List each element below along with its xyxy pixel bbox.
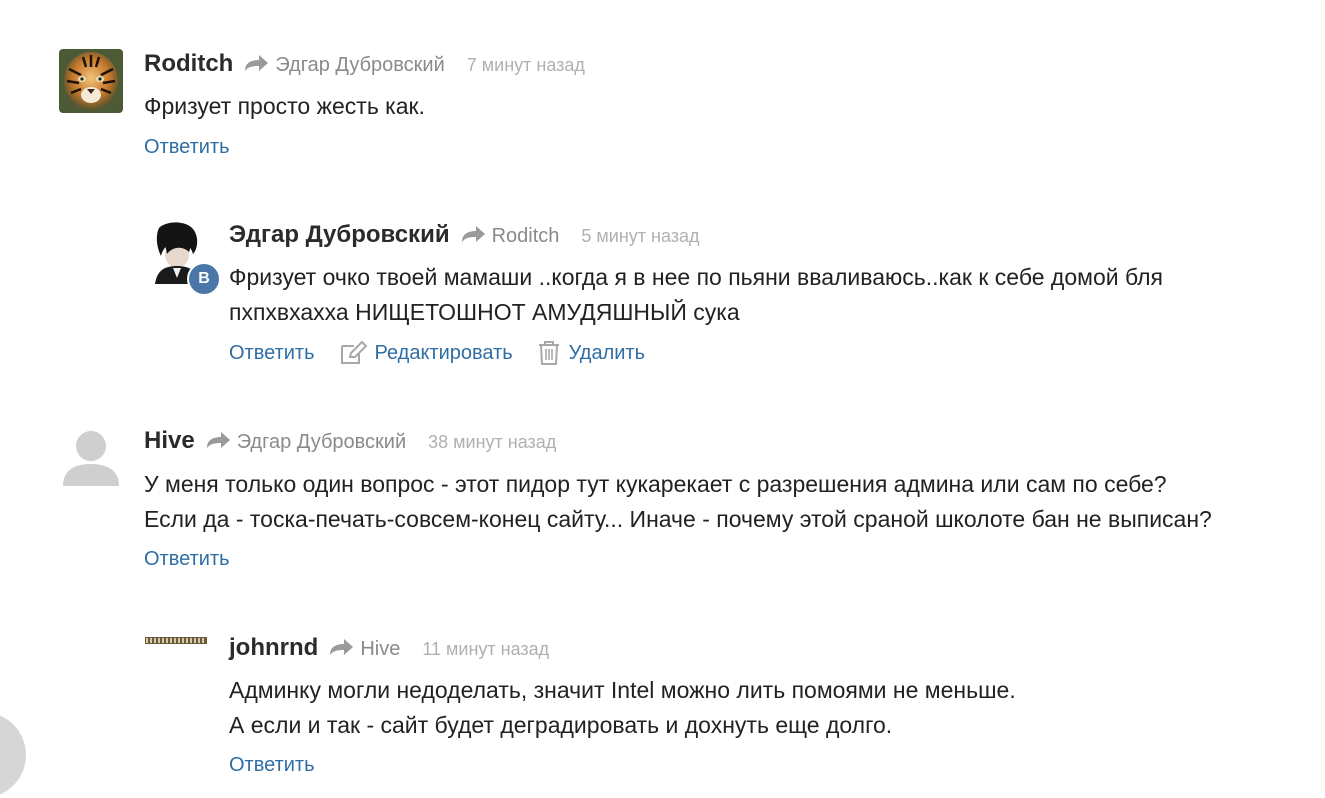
comment-author[interactable]: johnrnd xyxy=(229,634,318,662)
default-user-icon[interactable] xyxy=(59,426,123,490)
comment-time[interactable]: 11 минут назад xyxy=(422,639,549,660)
edit-label: Редактировать xyxy=(374,341,513,364)
edit-icon xyxy=(340,341,367,364)
reply-button[interactable]: Ответить xyxy=(229,342,315,365)
reply-to-user[interactable]: Roditch xyxy=(492,225,560,248)
comment-author[interactable]: Roditch xyxy=(144,50,233,78)
comment-text: Фризует очко твоей мамаши ..когда я в не… xyxy=(229,260,1163,330)
reply-to-user[interactable]: Эдгар Дубровский xyxy=(275,54,444,77)
reply-to-user[interactable]: Эдгар Дубровский xyxy=(237,431,406,454)
comment-text-line: Если да - тоска-печать-совсем-конец сайт… xyxy=(144,506,1212,532)
reply-to-user[interactable]: Hive xyxy=(360,638,400,661)
avatar-tiger[interactable] xyxy=(59,49,123,113)
reply-button[interactable]: Ответить xyxy=(144,548,230,571)
comment-author[interactable]: Эдгар Дубровский xyxy=(229,221,450,249)
comment-text: Админку могли недоделать, значит Intel м… xyxy=(229,673,1016,743)
delete-label: Удалить xyxy=(568,341,646,364)
floating-circle-button[interactable] xyxy=(0,712,26,798)
reply-button[interactable]: Ответить xyxy=(144,136,230,159)
avatar-johnrnd[interactable] xyxy=(145,633,209,697)
comment-text: У меня только один вопрос - этот пидор т… xyxy=(144,467,1212,537)
edit-button[interactable]: Редактировать xyxy=(339,341,513,365)
comment-text-line: пхпхвхахха НИЩЕТОШНОТ АМУДЯШНЫЙ сука xyxy=(229,299,740,325)
reply-arrow-icon xyxy=(461,226,485,242)
comment-time[interactable]: 7 минут назад xyxy=(467,55,585,76)
comment-text-line: А если и так - сайт будет деградировать … xyxy=(229,712,893,738)
trash-icon xyxy=(538,341,559,365)
reply-arrow-icon xyxy=(206,432,230,448)
vk-icon: В xyxy=(187,262,221,296)
reply-arrow-icon xyxy=(330,639,354,655)
comment-time[interactable]: 38 минут назад xyxy=(428,432,556,453)
comment-text-line: Фризует просто жесть как. xyxy=(144,93,425,119)
reply-button[interactable]: Ответить xyxy=(229,754,315,777)
comment-text-line: У меня только один вопрос - этот пидор т… xyxy=(144,471,1167,497)
comment-text-line: Фризует очко твоей мамаши ..когда я в не… xyxy=(229,264,1164,290)
delete-button[interactable]: Удалить xyxy=(537,340,645,366)
comment-time[interactable]: 5 минут назад xyxy=(581,226,699,247)
comment-text-line: Админку могли недоделать, значит Intel м… xyxy=(229,677,1016,703)
comment-author[interactable]: Hive xyxy=(144,427,195,455)
reply-arrow-icon xyxy=(245,55,269,71)
comment-text: Фризует просто жесть как. xyxy=(144,89,425,124)
